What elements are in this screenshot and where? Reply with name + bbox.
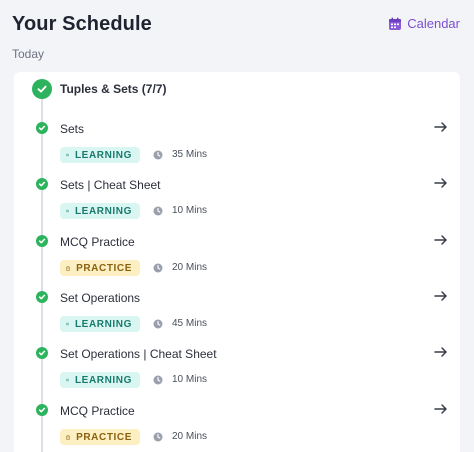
book-icon — [66, 153, 69, 157]
clock-icon — [153, 150, 163, 160]
schedule-item[interactable]: MCQ Practice PRACTICE 20 Mins — [14, 403, 460, 452]
item-duration: 45 Mins — [172, 318, 208, 329]
clipboard-icon — [66, 266, 70, 271]
item-title: Set Operations — [60, 291, 141, 305]
header: Your Schedule Calendar — [12, 12, 460, 40]
arrow-right-icon[interactable] — [433, 344, 449, 360]
book-icon — [66, 322, 69, 326]
clock-icon — [153, 319, 163, 329]
item-title: Set Operations | Cheat Sheet — [60, 347, 217, 361]
calendar-icon — [388, 17, 402, 31]
item-duration: 10 Mins — [172, 205, 208, 216]
clock-icon — [153, 263, 163, 273]
schedule-item[interactable]: Sets | Cheat Sheet LEARNING 10 Mins — [14, 177, 460, 229]
calendar-link[interactable]: Calendar — [388, 16, 460, 31]
item-title: Sets | Cheat Sheet — [60, 178, 161, 192]
completed-check-icon — [36, 235, 48, 247]
completed-check-icon — [36, 178, 48, 190]
arrow-right-icon[interactable] — [433, 119, 449, 135]
item-title: MCQ Practice — [60, 404, 135, 418]
badge-label: LEARNING — [74, 205, 132, 217]
item-duration: 20 Mins — [172, 262, 208, 273]
completed-check-icon — [36, 404, 48, 416]
page-title: Your Schedule — [12, 13, 152, 35]
item-title: MCQ Practice — [60, 235, 135, 249]
book-icon — [66, 209, 69, 213]
learning-badge: LEARNING — [60, 203, 140, 219]
schedule-item[interactable]: MCQ Practice PRACTICE 20 Mins — [14, 234, 460, 286]
completed-check-icon — [36, 291, 48, 303]
schedule-item[interactable]: Set Operations | Cheat Sheet LEARNING 10… — [14, 346, 460, 398]
item-title: Sets — [60, 122, 85, 136]
completed-check-icon — [36, 347, 48, 359]
clock-icon — [153, 206, 163, 216]
arrow-right-icon[interactable] — [433, 175, 449, 191]
clock-icon — [153, 375, 163, 385]
badge-label: LEARNING — [74, 374, 132, 386]
book-icon — [66, 378, 69, 382]
clock-icon — [153, 432, 163, 442]
completed-check-icon — [32, 79, 52, 99]
arrow-right-icon[interactable] — [433, 288, 449, 304]
badge-label: LEARNING — [74, 318, 132, 330]
arrow-right-icon[interactable] — [433, 232, 449, 248]
learning-badge: LEARNING — [60, 372, 140, 388]
arrow-right-icon[interactable] — [433, 401, 449, 417]
completed-check-icon — [36, 122, 48, 134]
badge-label: PRACTICE — [76, 431, 132, 443]
badge-label: PRACTICE — [76, 262, 132, 274]
badge-label: LEARNING — [74, 149, 132, 161]
item-duration: 20 Mins — [172, 431, 208, 442]
practice-badge: PRACTICE — [60, 429, 140, 445]
schedule-card: Tuples & Sets (7/7) Sets LEARNING 35 Min… — [14, 72, 460, 452]
module-title: Tuples & Sets (7/7) — [60, 82, 167, 96]
learning-badge: LEARNING — [60, 316, 140, 332]
item-duration: 35 Mins — [172, 149, 208, 160]
item-duration: 10 Mins — [172, 374, 208, 385]
learning-badge: LEARNING — [60, 147, 140, 163]
calendar-label: Calendar — [407, 16, 460, 31]
practice-badge: PRACTICE — [60, 260, 140, 276]
module-header[interactable]: Tuples & Sets (7/7) — [14, 72, 460, 108]
clipboard-icon — [66, 435, 70, 440]
schedule-item[interactable]: Set Operations LEARNING 45 Mins — [14, 290, 460, 342]
day-label: Today — [12, 47, 45, 61]
schedule-item[interactable]: Sets LEARNING 35 Mins — [14, 121, 460, 173]
